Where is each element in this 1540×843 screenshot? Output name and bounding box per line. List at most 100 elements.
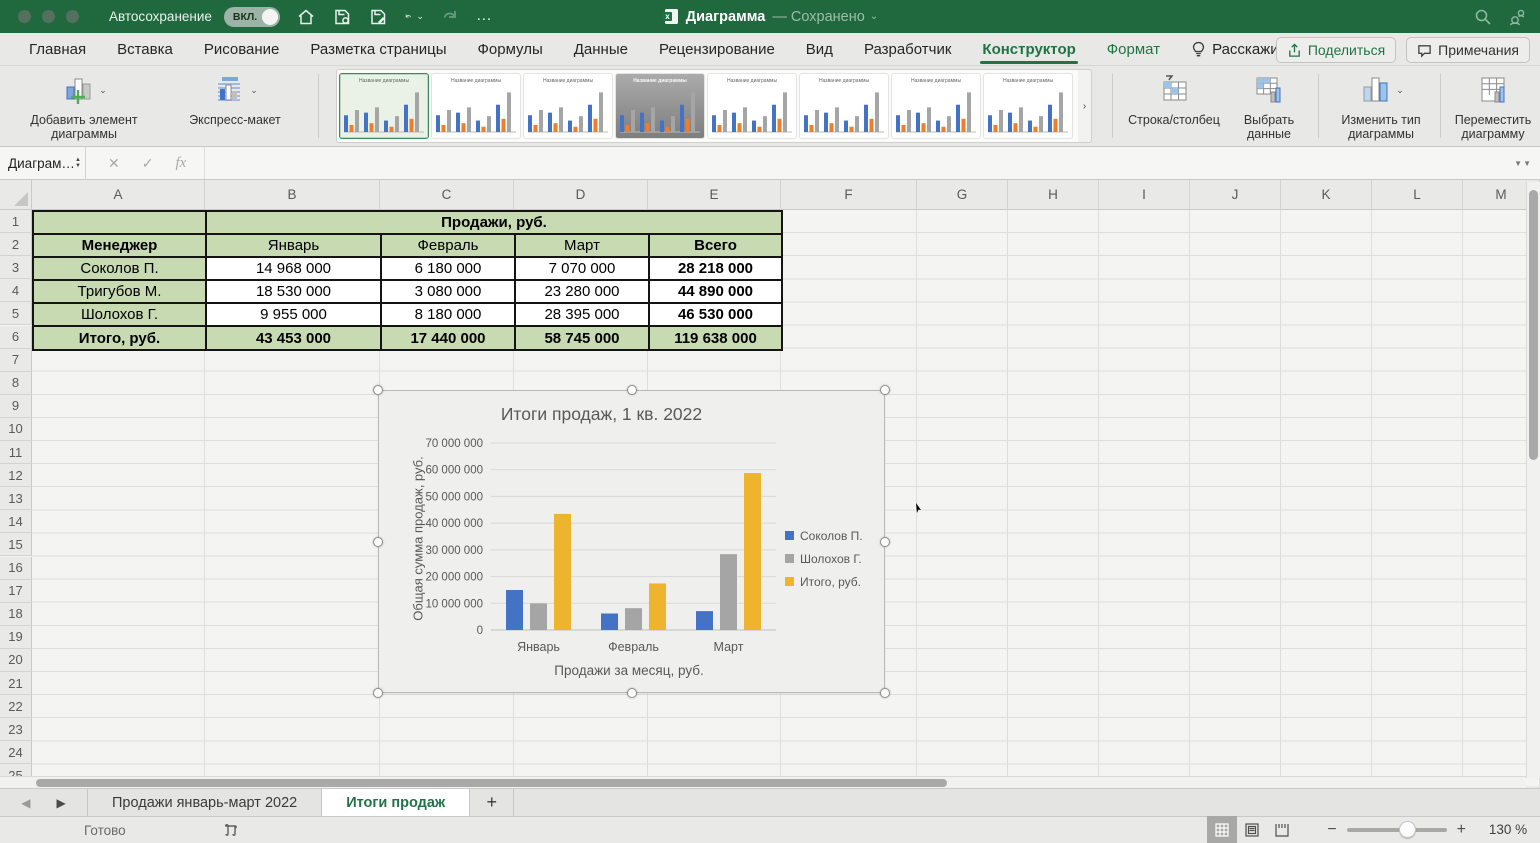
column-header-K[interactable]: K [1281,180,1372,210]
select-data-button[interactable]: Выбрать данные [1228,70,1310,142]
column-header-E[interactable]: E [648,180,781,210]
formula-input[interactable] [204,147,1514,179]
horizontal-scrollbar-thumb[interactable] [36,779,947,787]
row-header-9[interactable]: 9 [0,394,32,418]
table-cell-r3c5[interactable]: 46 530 000 [649,303,782,327]
ribbon-tab-рисование[interactable]: Рисование [202,33,282,65]
row-header-24[interactable]: 24 [0,741,32,765]
selection-handle[interactable] [880,536,890,547]
horizontal-scrollbar[interactable] [0,776,1526,788]
table-header-3[interactable]: Февраль [381,234,515,258]
column-header-A[interactable]: A [32,180,205,210]
vertical-scrollbar[interactable] [1526,182,1540,778]
table-header-4[interactable]: Март [515,234,649,258]
save-icon[interactable] [332,7,352,27]
chart-legend[interactable]: Соколов П. Шолохов Г. Итого, руб. [785,529,863,598]
ribbon-tab-разметка-страницы[interactable]: Разметка страницы [308,33,448,65]
row-header-12[interactable]: 12 [0,464,32,488]
home-icon[interactable] [296,7,316,27]
chart-style-thumbnail-4[interactable]: Название диаграммы [615,73,705,139]
zoom-in-button[interactable]: + [1447,821,1476,839]
column-header-G[interactable]: G [917,180,1008,210]
table-cell-r2c2[interactable]: 18 530 000 [206,280,381,304]
row-header-5[interactable]: 5 [0,302,32,326]
table-cell-r4c4[interactable]: 58 745 000 [515,326,649,350]
row-column-button[interactable]: Строка/столбец [1122,70,1226,142]
ribbon-tab-данные[interactable]: Данные [572,33,630,65]
share-user-icon[interactable] [1508,8,1526,26]
quick-layout-button[interactable]: ⌄ Экспресс-макет [160,70,310,142]
chart-style-thumbnail-3[interactable]: Название диаграммы [523,73,613,139]
page-break-view-button[interactable] [1267,816,1297,843]
row-header-15[interactable]: 15 [0,533,32,557]
table-cell-r2c3[interactable]: 3 080 000 [381,280,515,304]
chart-style-thumbnail-5[interactable]: Название диаграммы [707,73,797,139]
legend-item[interactable]: Шолохов Г. [785,552,863,566]
more-commands-icon[interactable]: … [476,7,496,27]
table-title[interactable]: Продажи, руб. [206,211,782,235]
row-header-19[interactable]: 19 [0,625,32,649]
table-cell-r4c1[interactable]: Итого, руб. [33,326,206,350]
selection-handle[interactable] [880,688,890,698]
table-cell-r2c4[interactable]: 23 280 000 [515,280,649,304]
table-cell-r4c5[interactable]: 119 638 000 [649,326,782,350]
formula-bar-expand-icon[interactable]: ▼▼ [1514,159,1532,168]
row-header-3[interactable]: 3 [0,256,32,280]
page-layout-view-button[interactable] [1237,816,1267,843]
add-chart-element-button[interactable]: ⌄ Добавить элемент диаграммы [8,70,160,142]
name-box[interactable]: Диаграм… ▲ ▼ [0,146,86,180]
table-cell-r1c1[interactable]: Соколов П. [33,257,206,281]
table-cell-r1c2[interactable]: 14 968 000 [206,257,381,281]
ribbon-tab-разработчик[interactable]: Разработчик [862,33,953,65]
row-header-20[interactable]: 20 [0,648,32,672]
autosave-toggle[interactable]: ВКЛ. [223,6,280,27]
add-sheet-button[interactable]: + [470,789,515,816]
search-icon[interactable] [1474,8,1492,26]
zoom-slider[interactable] [1346,820,1447,838]
column-header-I[interactable]: I [1099,180,1190,210]
title-chevron-icon[interactable]: ⌄ [870,11,878,22]
table-header-5[interactable]: Всего [649,234,782,258]
embedded-chart[interactable]: Итоги продаж, 1 кв. 2022 Общая сумма про… [378,390,885,693]
close-window-button[interactable] [18,10,31,23]
row-header-14[interactable]: 14 [0,510,32,534]
row-header-17[interactable]: 17 [0,579,32,603]
vertical-scrollbar-thumb[interactable] [1529,190,1538,460]
column-header-B[interactable]: B [205,180,380,210]
undo-icon[interactable]: ⌄ [404,7,424,27]
table-header-1[interactable]: Менеджер [33,234,206,258]
column-header-L[interactable]: L [1372,180,1463,210]
gallery-more-button[interactable]: › [1078,69,1092,143]
chart-style-thumbnail-6[interactable]: Название диаграммы [799,73,889,139]
column-header-D[interactable]: D [514,180,648,210]
column-header-J[interactable]: J [1190,180,1281,210]
selection-handle[interactable] [373,536,383,547]
ribbon-tab-формат[interactable]: Формат [1105,33,1162,65]
table-cell-r1c3[interactable]: 6 180 000 [381,257,515,281]
table-cell-r2c1[interactable]: Тригубов М. [33,280,206,304]
zoom-out-button[interactable]: − [1317,821,1346,839]
share-button[interactable]: Поделиться [1275,37,1397,63]
row-header-18[interactable]: 18 [0,602,32,626]
row-header-8[interactable]: 8 [0,371,32,395]
zoom-window-button[interactable] [66,10,79,23]
selection-handle[interactable] [880,385,890,395]
sheet-tab-active[interactable]: Итоги продаж [322,789,471,816]
table-cell-r3c3[interactable]: 8 180 000 [381,303,515,327]
row-header-2[interactable]: 2 [0,233,32,257]
table-cell-r3c1[interactable]: Шолохов Г. [33,303,206,327]
table-cell-r4c2[interactable]: 43 453 000 [206,326,381,350]
selection-handle[interactable] [626,385,637,395]
table-cell-r3c4[interactable]: 28 395 000 [515,303,649,327]
macro-record-icon[interactable] [222,822,239,839]
row-header-13[interactable]: 13 [0,487,32,511]
row-header-11[interactable]: 11 [0,441,32,465]
minimize-window-button[interactable] [42,10,55,23]
legend-item[interactable]: Итого, руб. [785,575,863,589]
legend-item[interactable]: Соколов П. [785,529,863,543]
zoom-slider-knob[interactable] [1398,820,1416,838]
next-sheet-icon[interactable]: ▶ [57,796,66,810]
chart-style-thumbnail-8[interactable]: Название диаграммы [983,73,1073,139]
sales-table[interactable]: Продажи, руб. Менеджер Январь Февраль Март Вс… [32,210,783,351]
change-chart-type-button[interactable]: ⌄ Изменить тип диаграммы [1326,70,1436,142]
